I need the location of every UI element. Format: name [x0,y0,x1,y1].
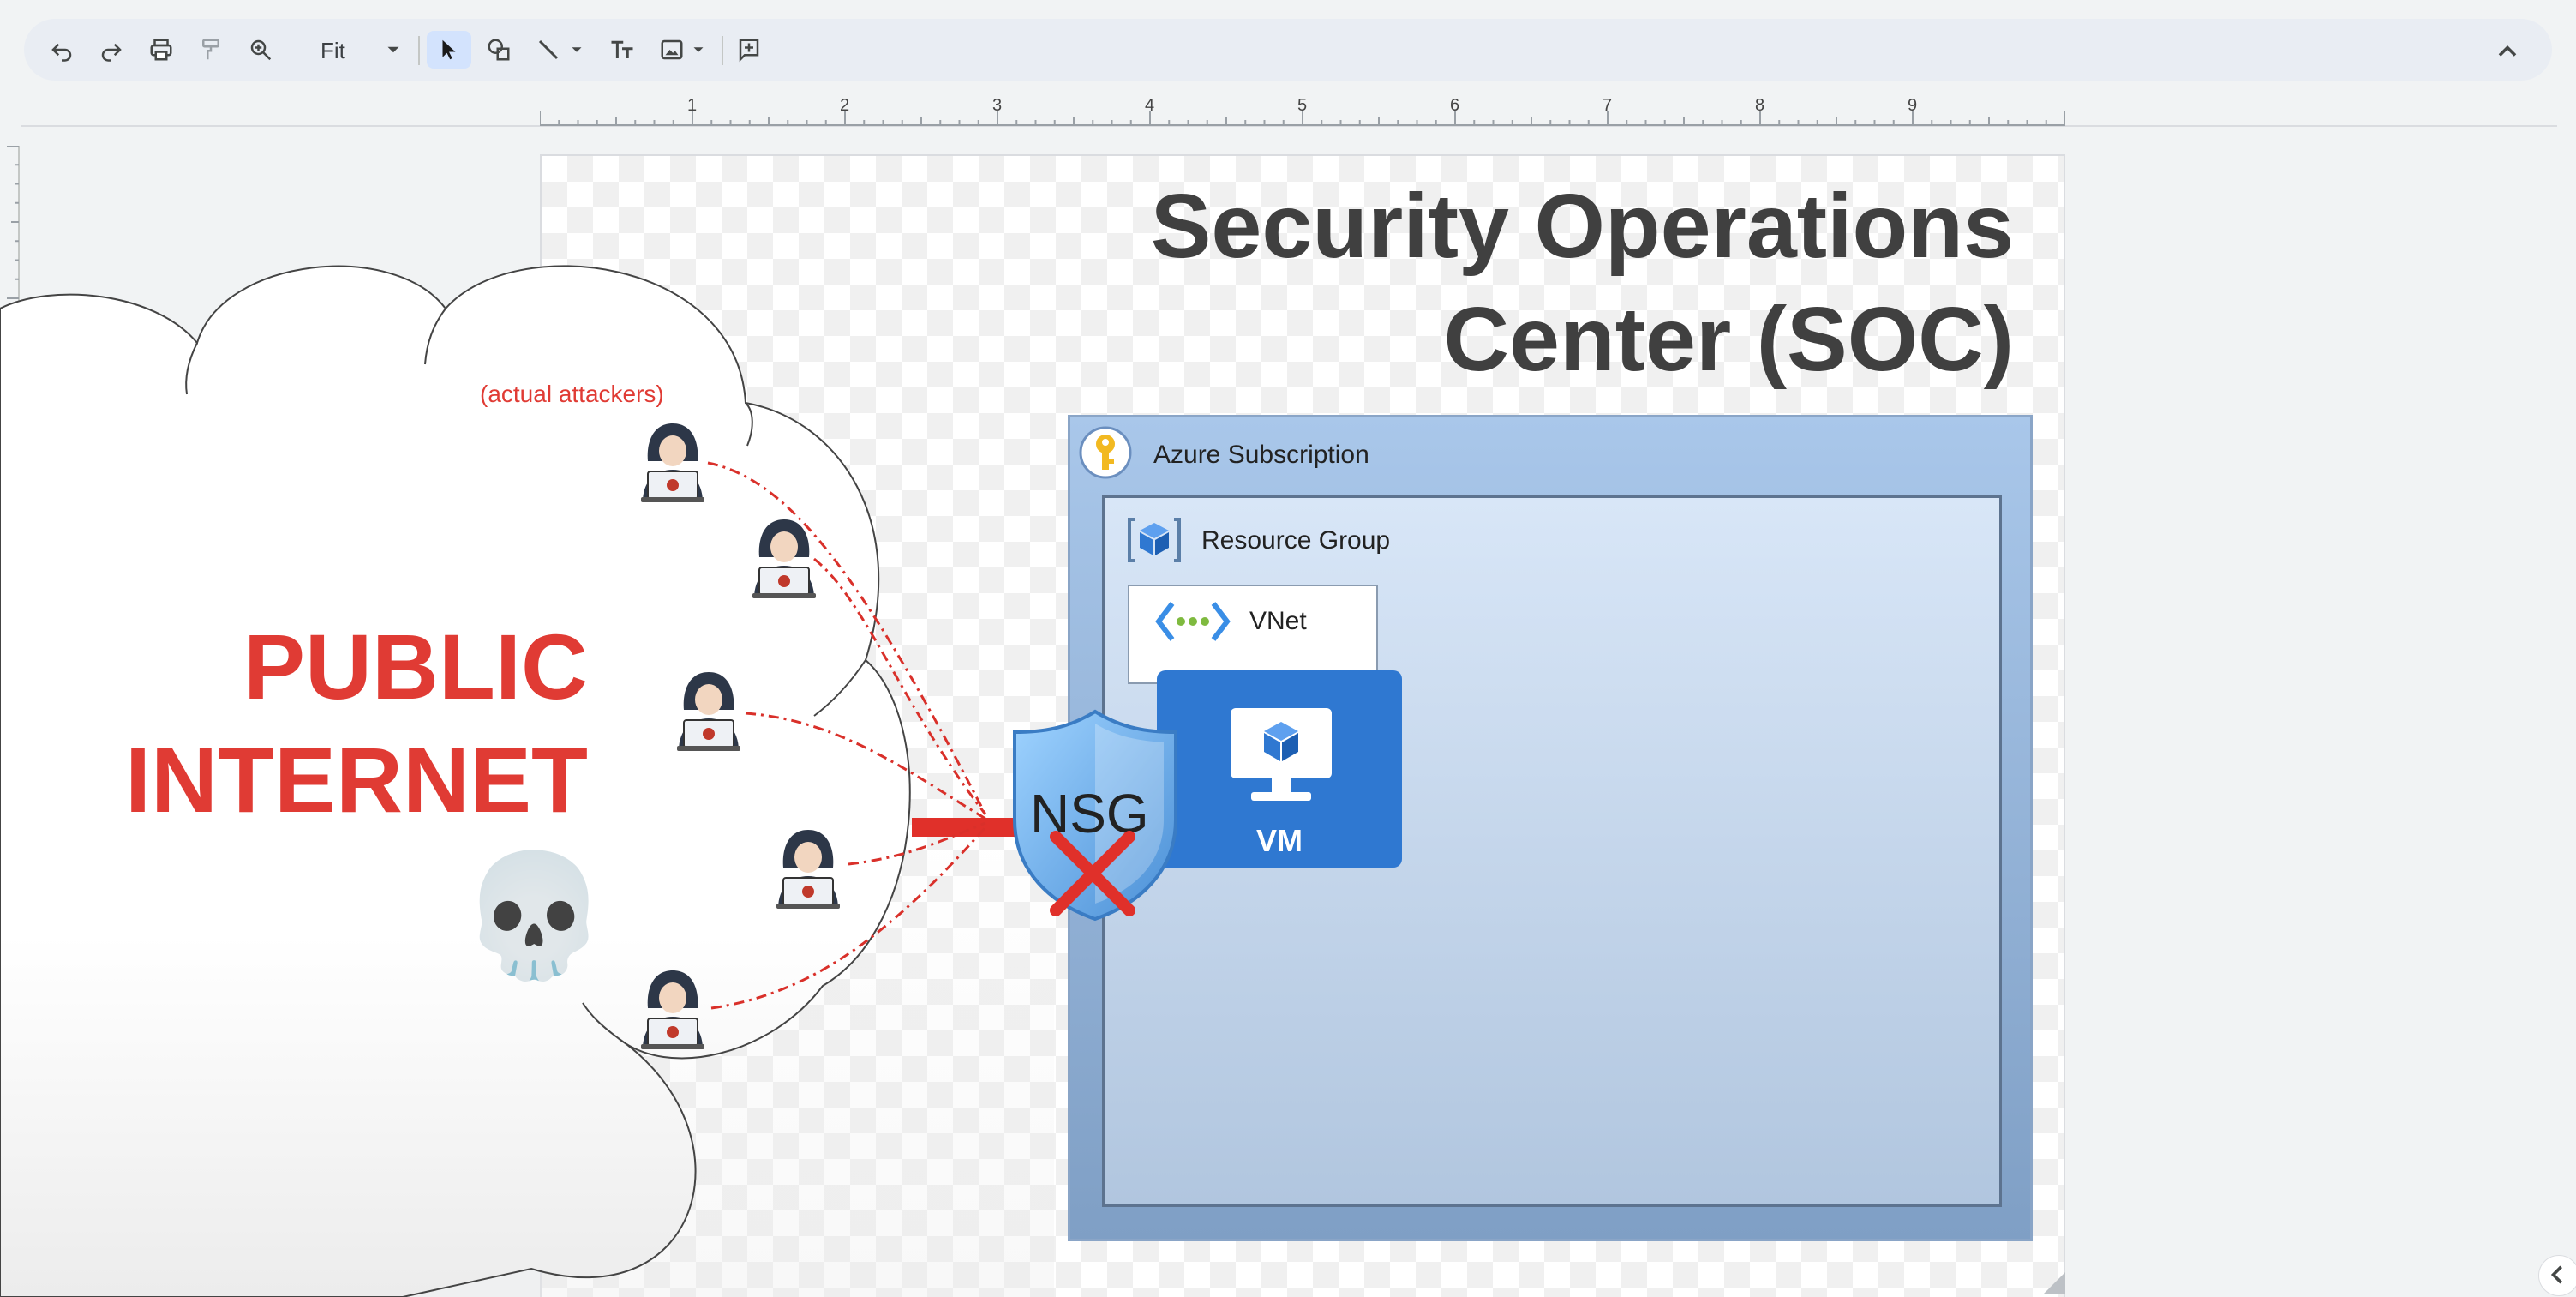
resource-group-icon [1128,518,1181,562]
line-icon[interactable] [530,31,567,69]
public-internet-label[interactable]: PUBLIC INTERNET [94,610,588,837]
undo-icon[interactable] [43,31,81,69]
hacker-icon[interactable] [672,669,746,754]
azure-subscription-label: Azure Subscription [1153,441,1369,469]
ruler-label: 8 [1755,96,1765,115]
side-panel-toggle[interactable] [2538,1255,2576,1296]
vm-label: VM [1256,823,1303,858]
zoom-select[interactable]: Fit [321,38,345,64]
actual-attackers-label[interactable]: (actual attackers) [480,381,664,408]
ruler-label: 2 [840,96,850,115]
ruler-label: 4 [1145,96,1155,115]
chevron-down-icon[interactable] [382,31,404,69]
public-line-1: PUBLIC [243,615,588,718]
line-chevron-down-icon[interactable] [567,31,586,69]
image-icon[interactable] [653,31,691,69]
vm-monitor-icon [1231,708,1332,801]
paint-format-icon[interactable] [192,31,230,69]
ruler-label: 7 [1603,96,1613,115]
image-chevron-down-icon[interactable] [689,31,708,69]
page-resize-handle[interactable] [2040,1269,2067,1297]
redo-icon[interactable] [93,31,130,69]
collapse-toolbar-icon[interactable] [2492,36,2523,67]
hacker-icon[interactable] [747,516,821,602]
blocked-x-icon [1050,831,1135,916]
ruler-label: 1 [687,96,698,115]
toolbar-divider [722,36,723,65]
ruler-label: 9 [1908,96,1918,115]
hacker-icon[interactable] [636,967,710,1053]
vnet-label: VNet [1249,607,1307,635]
zoom-icon[interactable] [242,31,279,69]
vnet-icon [1155,602,1231,641]
toolbar: Fit [24,19,2552,81]
title-line-1: Security Operations [1150,176,2014,277]
select-icon[interactable] [427,31,471,69]
hacker-icon[interactable] [771,826,845,912]
text-box-icon[interactable] [603,31,641,69]
title-line-2: Center (SOC) [1443,289,2014,390]
ruler-label: 6 [1450,96,1460,115]
diagram-title[interactable]: Security Operations Center (SOC) [1151,170,2014,396]
shape-icon[interactable] [480,31,518,69]
ruler-label: 5 [1297,96,1308,115]
hacker-icon[interactable] [636,420,710,506]
comment-icon[interactable] [730,31,768,69]
public-line-2: INTERNET [125,728,588,832]
skull-icon[interactable]: 💀 [459,847,608,984]
ruler-label: 3 [992,96,1003,115]
print-icon[interactable] [142,31,180,69]
key-icon [1079,426,1132,479]
resource-group-label: Resource Group [1201,526,1391,555]
toolbar-divider [418,36,420,65]
